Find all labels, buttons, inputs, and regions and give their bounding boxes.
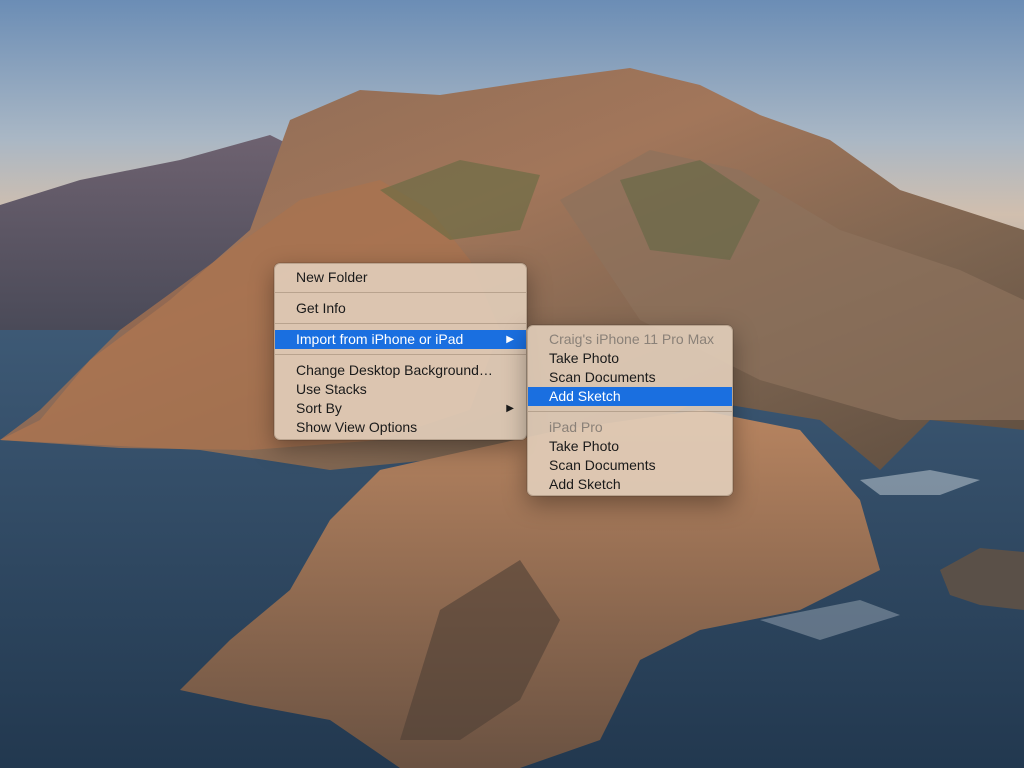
- menu-item-label: Take Photo: [549, 438, 620, 454]
- submenu-arrow-icon: ▶: [506, 334, 514, 345]
- menu-item-get-info[interactable]: Get Info: [275, 299, 526, 318]
- menu-item-label: Get Info: [296, 300, 346, 316]
- menu-item-show-view-options[interactable]: Show View Options: [275, 418, 526, 437]
- menu-item-label: Scan Documents: [549, 457, 656, 473]
- menu-item-use-stacks[interactable]: Use Stacks: [275, 380, 526, 399]
- menu-item-label: Sort By: [296, 400, 342, 416]
- menu-separator: [275, 354, 526, 355]
- submenu-item-iphone-take-photo[interactable]: Take Photo: [528, 349, 732, 368]
- import-submenu: Craig's iPhone 11 Pro Max Take Photo Sca…: [527, 325, 733, 496]
- submenu-item-iphone-add-sketch[interactable]: Add Sketch: [528, 387, 732, 406]
- submenu-item-ipad-add-sketch[interactable]: Add Sketch: [528, 475, 732, 494]
- menu-item-label: Show View Options: [296, 419, 418, 435]
- menu-separator: [528, 411, 732, 412]
- menu-item-import-from-iphone-or-ipad[interactable]: Import from iPhone or iPad ▶: [275, 330, 526, 349]
- submenu-header-iphone: Craig's iPhone 11 Pro Max: [528, 330, 732, 349]
- menu-item-label: Add Sketch: [549, 388, 621, 404]
- menu-item-sort-by[interactable]: Sort By ▶: [275, 399, 526, 418]
- menu-item-label: Add Sketch: [549, 476, 621, 492]
- desktop-context-menu: New Folder Get Info Import from iPhone o…: [274, 263, 527, 440]
- device-name-label: Craig's iPhone 11 Pro Max: [549, 331, 715, 347]
- menu-item-label: Import from iPhone or iPad: [296, 331, 464, 347]
- menu-item-label: New Folder: [296, 269, 368, 285]
- submenu-item-iphone-scan-documents[interactable]: Scan Documents: [528, 368, 732, 387]
- menu-item-label: Take Photo: [549, 350, 620, 366]
- menu-item-label: Use Stacks: [296, 381, 367, 397]
- menu-separator: [275, 292, 526, 293]
- submenu-arrow-icon: ▶: [506, 403, 514, 414]
- menu-item-label: Scan Documents: [549, 369, 656, 385]
- menu-separator: [275, 323, 526, 324]
- desktop[interactable]: New Folder Get Info Import from iPhone o…: [0, 0, 1024, 768]
- submenu-item-ipad-scan-documents[interactable]: Scan Documents: [528, 456, 732, 475]
- menu-item-change-desktop-background[interactable]: Change Desktop Background…: [275, 361, 526, 380]
- menu-item-label: Change Desktop Background…: [296, 362, 493, 378]
- device-name-label: iPad Pro: [549, 419, 603, 435]
- menu-item-new-folder[interactable]: New Folder: [275, 268, 526, 287]
- submenu-header-ipad: iPad Pro: [528, 418, 732, 437]
- submenu-item-ipad-take-photo[interactable]: Take Photo: [528, 437, 732, 456]
